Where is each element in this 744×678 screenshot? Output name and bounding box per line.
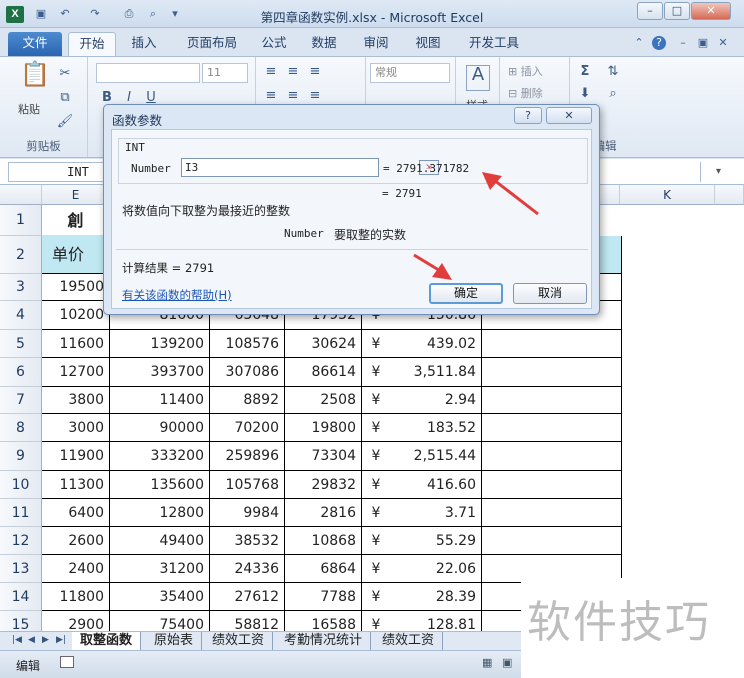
arrow-head-ok xyxy=(432,263,452,280)
arrow-head-result xyxy=(482,172,502,190)
watermark: 软件技巧 xyxy=(521,578,744,678)
annotation-arrows xyxy=(413,172,539,280)
arrow-to-result xyxy=(493,178,539,216)
